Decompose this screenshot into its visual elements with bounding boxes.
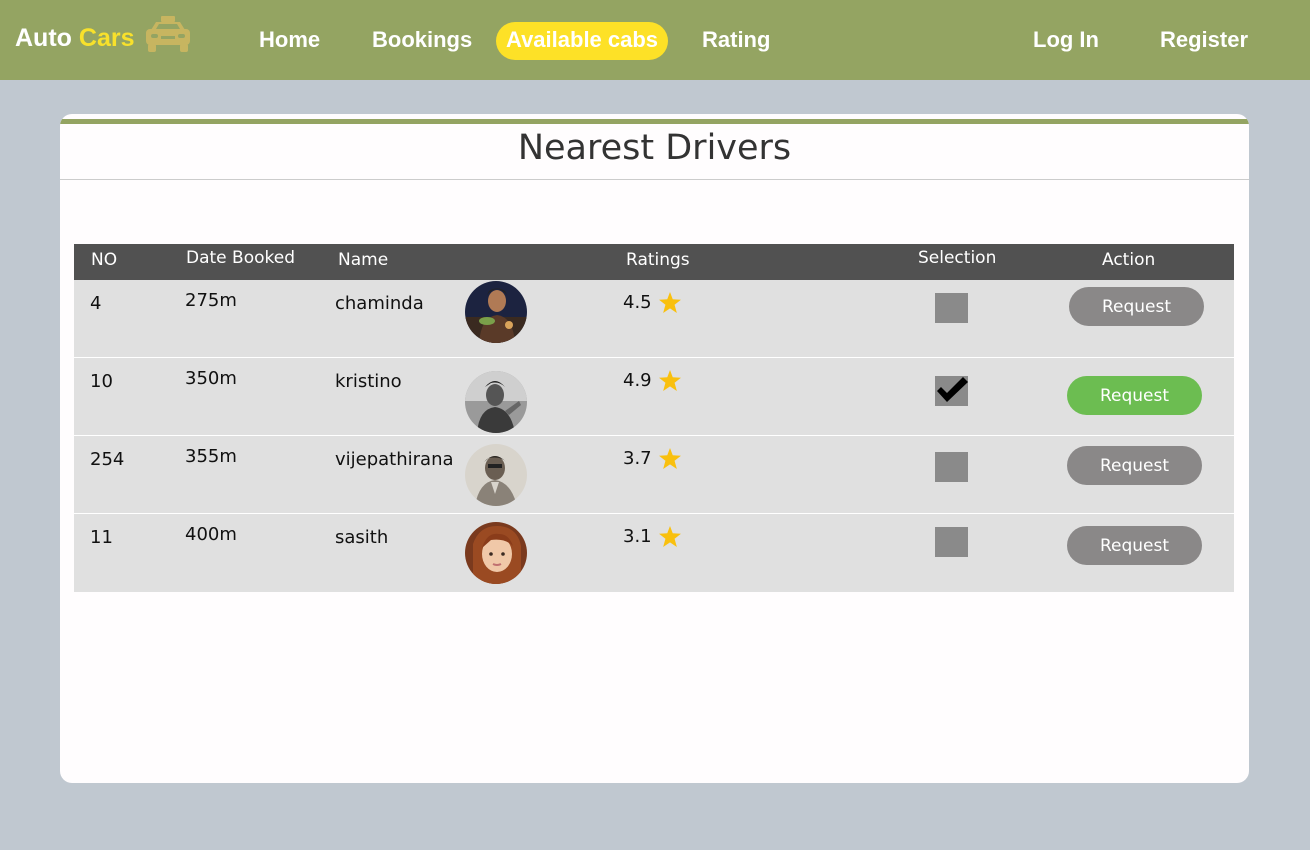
cell-no: 4	[90, 293, 102, 314]
nav-home[interactable]: Home	[259, 22, 320, 60]
selection-checkbox[interactable]	[935, 527, 968, 557]
top-navbar: Auto Cars Home Bookings Available cabs R…	[0, 0, 1310, 80]
header-ratings: Ratings	[626, 250, 690, 270]
taxi-car-icon	[145, 16, 190, 52]
rating-value: 3.7	[623, 448, 652, 469]
request-button[interactable]: Request	[1067, 376, 1202, 415]
driver-rating: 4.5	[623, 292, 681, 313]
header-date-booked: Date Booked	[186, 248, 295, 268]
cell-distance: 350m	[185, 368, 237, 389]
nav-bookings[interactable]: Bookings	[372, 22, 472, 60]
table-row: 4 275m chaminda 4.5 Request	[74, 280, 1234, 358]
card-accent-line	[60, 119, 1249, 124]
table-row: 254 355m vijepathirana 3.7 Request	[74, 436, 1234, 514]
nav-rating[interactable]: Rating	[702, 22, 770, 60]
star-icon	[658, 370, 681, 391]
request-button[interactable]: Request	[1069, 287, 1204, 326]
header-name: Name	[338, 250, 389, 270]
title-divider	[60, 179, 1249, 180]
table-row: 11 400m sasith 3.1 Request	[74, 514, 1234, 592]
table-header: NO Date Booked Name Ratings Selection Ac…	[74, 244, 1234, 280]
rating-value: 4.9	[623, 370, 652, 391]
star-icon	[658, 526, 681, 547]
driver-rating: 4.9	[623, 370, 681, 391]
cell-driver-name: vijepathirana	[335, 449, 454, 470]
nav-register[interactable]: Register	[1160, 22, 1248, 60]
driver-rating: 3.1	[623, 526, 681, 547]
cell-no: 254	[90, 449, 125, 470]
nav-login[interactable]: Log In	[1033, 22, 1099, 60]
rating-value: 4.5	[623, 292, 652, 313]
selection-checkbox[interactable]	[935, 452, 968, 482]
table-row: 10 350m kristino 4.9 Request	[74, 358, 1234, 436]
driver-avatar	[465, 371, 527, 433]
star-icon	[658, 448, 681, 469]
driver-avatar	[465, 444, 527, 506]
cell-distance: 275m	[185, 290, 237, 311]
cell-driver-name: chaminda	[335, 293, 424, 314]
request-button[interactable]: Request	[1067, 526, 1202, 565]
cell-no: 10	[90, 371, 113, 392]
request-button[interactable]: Request	[1067, 446, 1202, 485]
selection-checkbox[interactable]	[935, 293, 968, 323]
selection-checkbox[interactable]	[935, 376, 968, 406]
cell-no: 11	[90, 527, 113, 548]
drivers-table: NO Date Booked Name Ratings Selection Ac…	[74, 244, 1234, 592]
brand-name-auto: Auto	[15, 23, 72, 52]
driver-avatar	[465, 522, 527, 584]
page-title: Nearest Drivers	[517, 128, 792, 168]
cell-distance: 355m	[185, 446, 237, 467]
header-no: NO	[91, 250, 118, 270]
header-action: Action	[1102, 250, 1156, 270]
star-icon	[658, 292, 681, 313]
driver-rating: 3.7	[623, 448, 681, 469]
cell-driver-name: sasith	[335, 527, 389, 548]
driver-avatar	[465, 281, 527, 343]
cell-driver-name: kristino	[335, 371, 402, 392]
cell-distance: 400m	[185, 524, 237, 545]
brand-name-cars: Cars	[78, 23, 135, 52]
brand-logo[interactable]: Auto Cars	[15, 16, 193, 54]
checkmark-icon	[937, 377, 968, 402]
nearest-drivers-card: Nearest Drivers NO Date Booked Name Rati…	[60, 114, 1249, 783]
nav-available-cabs[interactable]: Available cabs	[496, 22, 669, 60]
rating-value: 3.1	[623, 526, 652, 547]
header-selection: Selection	[918, 248, 997, 268]
